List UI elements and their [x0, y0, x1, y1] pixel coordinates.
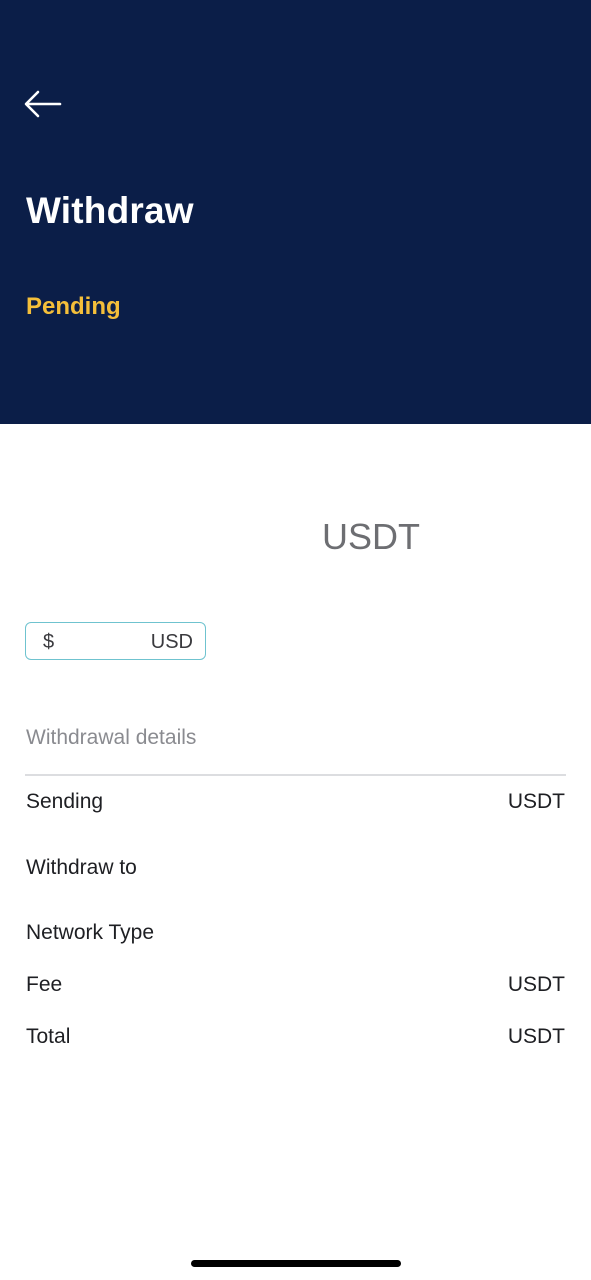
withdraw-to-label: Withdraw to	[26, 856, 137, 879]
total-value: USDT	[507, 1025, 565, 1048]
sending-value: USDT	[507, 790, 565, 813]
header: Withdraw Pending	[0, 0, 591, 424]
home-indicator[interactable]	[191, 1260, 401, 1267]
sending-label: Sending	[26, 790, 104, 813]
divider	[25, 774, 566, 776]
arrow-left-icon	[24, 90, 62, 118]
status-label: Pending	[26, 293, 121, 320]
back-button[interactable]	[22, 84, 66, 124]
fiat-currency: USD	[150, 631, 193, 653]
fee-value: USDT	[507, 973, 565, 996]
page-title: Withdraw	[26, 190, 194, 231]
fee-label: Fee	[26, 973, 63, 996]
network-type-label: Network Type	[26, 921, 154, 944]
fiat-amount-box: $ USD	[25, 622, 206, 660]
withdrawal-details-title: Withdrawal details	[26, 726, 197, 749]
total-label: Total	[26, 1025, 71, 1048]
fiat-symbol: $	[43, 631, 55, 653]
amount-currency: USDT	[322, 516, 420, 557]
